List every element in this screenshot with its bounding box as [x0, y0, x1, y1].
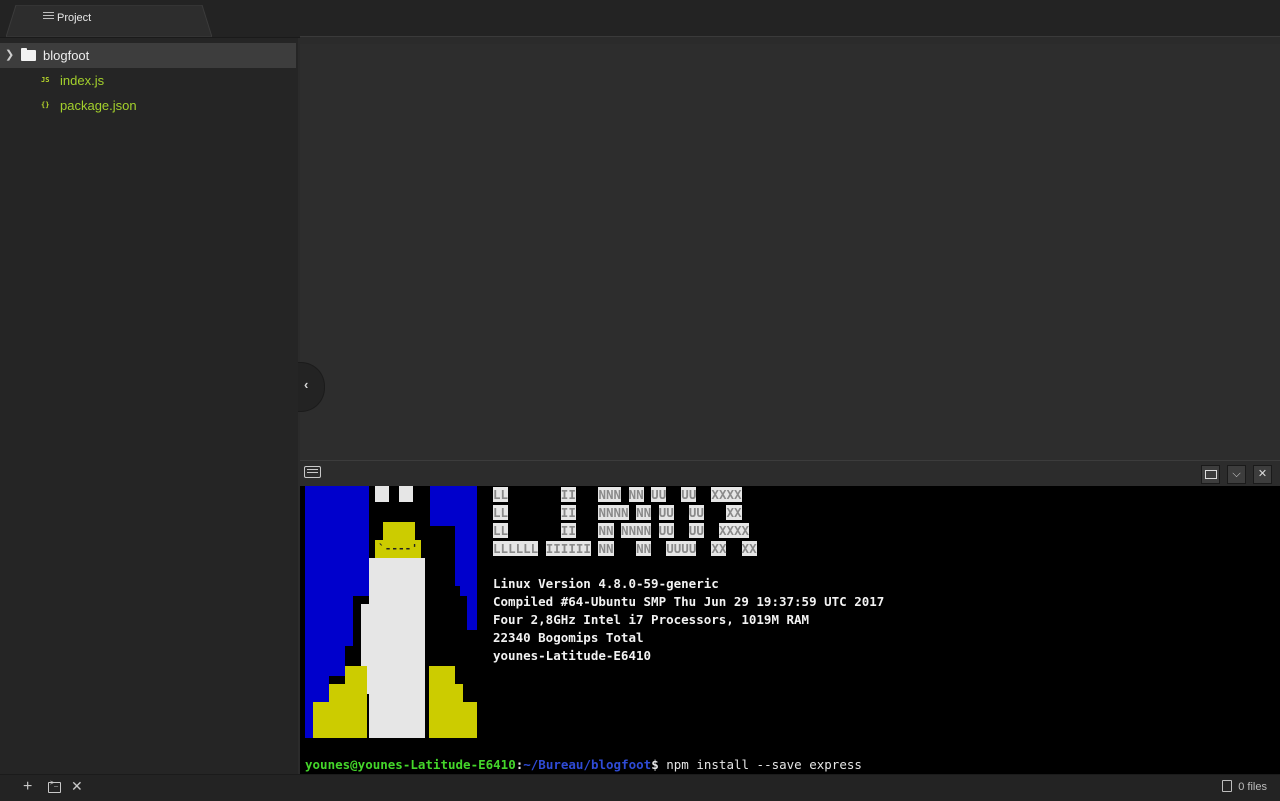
info-line: Linux Version 4.8.0-59-generic	[493, 576, 719, 591]
file-count-label: 0 files	[1238, 781, 1267, 793]
list-icon	[43, 12, 54, 22]
document-icon	[1222, 780, 1233, 792]
info-line: Compiled #64-Ubuntu SMP Thu Jun 29 19:37…	[493, 594, 885, 609]
tux-ascii-art: `----'	[305, 486, 477, 738]
tux-beak: `----'	[375, 540, 421, 558]
tree-folder-blogfoot[interactable]: ❯ blogfoot	[0, 43, 296, 68]
top-tab-bar: Project	[0, 0, 1280, 38]
logo-line: LL II NNN NN UU UU XXXX	[493, 487, 742, 502]
close-icon: ✕	[1257, 468, 1268, 480]
terminal[interactable]: `----' LL II NNN NN UU UU XXXX LL II NNN…	[300, 486, 1280, 774]
chevron-down-icon: ⌵	[1232, 468, 1241, 480]
editor-pane[interactable]	[300, 44, 1280, 460]
prompt-sign: $	[651, 757, 659, 772]
chevron-down-icon[interactable]: ❯	[5, 43, 14, 68]
folder-icon	[21, 48, 36, 61]
file-label: package.json	[60, 98, 137, 113]
folder-label: blogfoot	[43, 48, 90, 63]
logo-line: LLLLLL IIIIII NN NN UUUU XX XX	[493, 541, 757, 556]
close-terminal-button[interactable]: ✕	[1253, 465, 1272, 484]
info-line: Four 2,8GHz Intel i7 Processors, 1019M R…	[493, 612, 810, 627]
info-line: 22340 Bogomips Total	[493, 630, 644, 645]
json-file-icon: {}	[41, 101, 50, 109]
tab-shape	[6, 5, 212, 37]
terminal-toolbar: ⌵ ✕	[300, 460, 1280, 487]
minimize-terminal-button[interactable]: ⌵	[1227, 465, 1246, 484]
status-bar: + >_ ✕ 0 files	[0, 774, 1280, 801]
system-info: Linux Version 4.8.0-59-generic Compiled …	[493, 575, 884, 665]
tab-project[interactable]: Project	[6, 5, 212, 37]
prompt-path: ~/Bureau/blogfoot	[523, 757, 652, 772]
command-prompt[interactable]: younes@younes-Latitude-E6410:~/Bureau/bl…	[305, 756, 862, 774]
file-label: index.js	[60, 73, 105, 88]
logo-line: LL II NNNN NN UU UU XX	[493, 505, 742, 520]
command-input[interactable]: npm install --save express	[659, 757, 862, 772]
tree-file-index-js[interactable]: JS index.js	[0, 68, 296, 93]
tree-file-package-json[interactable]: {} package.json	[0, 93, 296, 118]
info-line: younes-Latitude-E6410	[493, 648, 652, 663]
project-sidebar: ❯ blogfoot JS index.js {} package.json	[0, 38, 298, 774]
maximize-terminal-button[interactable]	[1201, 465, 1220, 484]
js-file-icon: JS	[41, 76, 50, 84]
terminal-icon[interactable]: >_	[48, 780, 61, 793]
file-count-status[interactable]: 0 files	[1222, 780, 1267, 793]
close-icon[interactable]: ✕	[71, 778, 83, 795]
chevron-left-icon: ‹	[304, 377, 309, 392]
maximize-icon	[1204, 470, 1217, 479]
prompt-user: younes@younes-Latitude-E6410	[305, 757, 516, 772]
tab-label: Project	[57, 12, 92, 24]
logo-line: LL II NN NNNN UU UU XXXX	[493, 523, 750, 538]
linux-ascii-logo: LL II NNN NN UU UU XXXX LL II NNNN NN UU…	[493, 486, 757, 558]
keyboard-icon[interactable]	[304, 466, 321, 478]
add-icon[interactable]: +	[23, 779, 32, 795]
